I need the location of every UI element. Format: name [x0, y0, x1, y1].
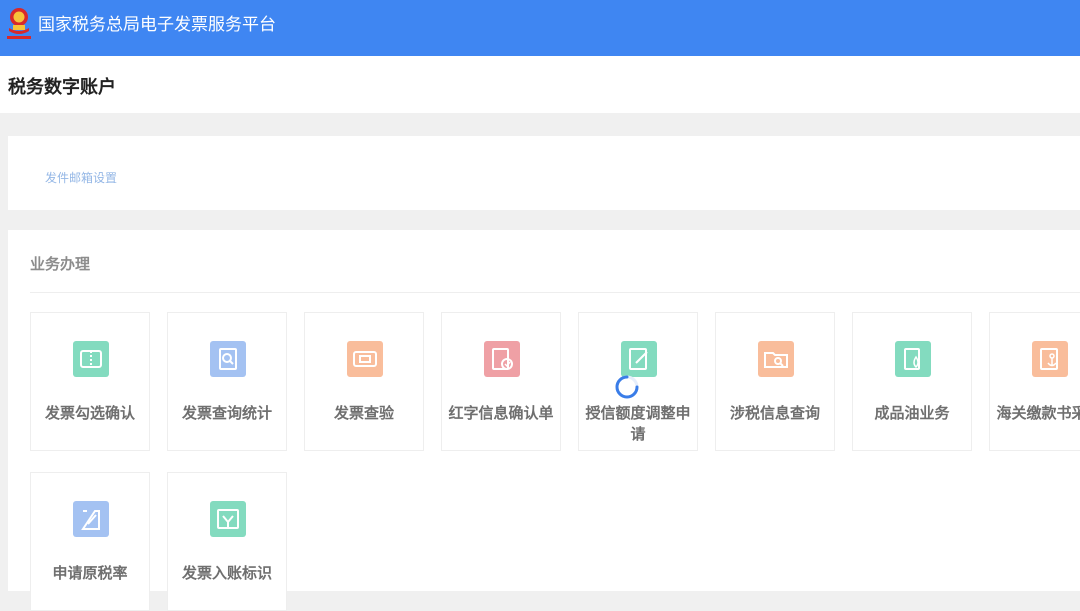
tile-label: 申请原税率 [52, 564, 128, 582]
customs-anchor-icon [1032, 341, 1068, 377]
tile-invoice-query-stats[interactable]: 发票查询统计 [167, 312, 287, 451]
doc-search-icon [210, 341, 246, 377]
page-title: 税务数字账户 [8, 77, 116, 98]
tile-label: 海关缴款书采集 [996, 404, 1080, 422]
tile-tax-info-query[interactable]: 涉税信息查询 [715, 312, 835, 451]
tile-label: 发票查验 [333, 404, 394, 422]
doc-check-icon [484, 341, 520, 377]
tile-label: 成品油业务 [874, 404, 950, 422]
tile-customs-payment-collect[interactable]: 海关缴款书采集 [989, 312, 1080, 451]
tile-apply-original-tax-rate[interactable]: 申请原税率 [30, 472, 150, 611]
tile-refined-oil[interactable]: 成品油业务 [852, 312, 972, 451]
divider [30, 292, 1080, 293]
tile-label: 涉税信息查询 [729, 404, 820, 422]
tile-label: 发票勾选确认 [44, 404, 135, 422]
tile-label: 发票查询统计 [181, 404, 272, 422]
business-card: 业务办理 发票勾选确认 发票查询统计 发票查验 红字信息确认单 授信额度调整申请 [8, 230, 1080, 611]
tile-invoice-record-mark[interactable]: 发票入账标识 [167, 472, 287, 611]
sender-email-settings-link[interactable]: 发件邮箱设置 [45, 170, 117, 186]
tax-emblem-icon [7, 8, 31, 39]
tile-red-letter-confirm[interactable]: 红字信息确认单 [441, 312, 561, 451]
tile-label: 授信额度调整申请 [585, 404, 691, 443]
edit-doc-icon [621, 341, 657, 377]
top-bar: 国家税务总局电子发票服务平台 [0, 0, 1080, 56]
tile-invoice-verify[interactable]: 发票查验 [304, 312, 424, 451]
tile-invoice-select-confirm[interactable]: 发票勾选确认 [30, 312, 150, 451]
page-header: 税务数字账户 [0, 56, 1080, 113]
section-title: 业务办理 [30, 255, 91, 273]
oil-drop-icon [895, 341, 931, 377]
invoice-record-icon [210, 501, 246, 537]
ticket-check-icon [73, 341, 109, 377]
folder-search-icon [758, 341, 794, 377]
tile-label: 发票入账标识 [181, 564, 272, 582]
loading-spinner-icon [615, 375, 639, 399]
app-title: 国家税务总局电子发票服务平台 [38, 15, 276, 35]
settings-card: 发件邮箱设置 [8, 136, 1080, 210]
ticket-verify-icon [347, 341, 383, 377]
form-edit-icon [73, 501, 109, 537]
tile-label: 红字信息确认单 [448, 404, 554, 422]
